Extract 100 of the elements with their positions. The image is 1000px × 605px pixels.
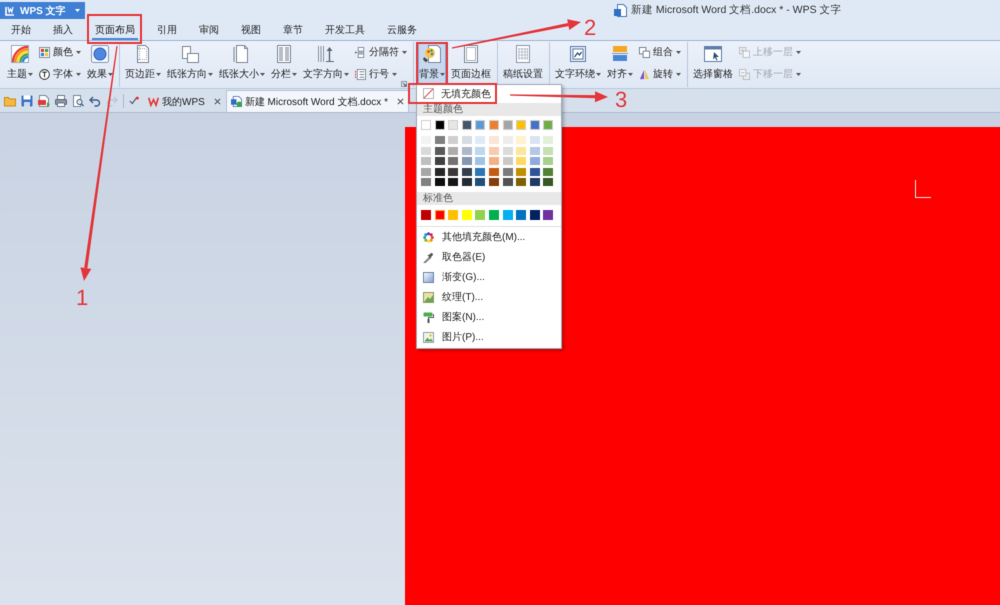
color-swatch-icon[interactable]	[434, 136, 445, 144]
color-swatch-icon[interactable]	[488, 146, 499, 154]
color-swatch-icon[interactable]	[530, 210, 540, 220]
color-swatch-icon[interactable]	[543, 136, 554, 144]
close-icon[interactable]	[214, 98, 221, 105]
color-swatch-icon[interactable]	[543, 120, 554, 130]
color-swatch-icon[interactable]	[530, 168, 540, 176]
document-tab[interactable]: 我的WPS	[143, 90, 226, 112]
color-swatch-icon[interactable]	[516, 146, 526, 154]
color-swatch-icon[interactable]	[462, 157, 472, 165]
color-swatch-icon[interactable]	[530, 146, 540, 154]
color-swatch-icon[interactable]	[475, 146, 486, 154]
menu-tab[interactable]: 开始	[0, 20, 42, 40]
color-swatch-icon[interactable]	[475, 210, 486, 220]
menu-item[interactable]: 渐变(G)...	[417, 267, 561, 287]
close-icon[interactable]	[396, 98, 404, 105]
color-swatch-icon[interactable]	[462, 120, 472, 130]
color-swatch-icon[interactable]	[502, 157, 513, 165]
app-menu-button[interactable]: WPS 文字	[0, 2, 85, 19]
color-swatch-icon[interactable]	[488, 178, 499, 186]
color-swatch-icon[interactable]	[530, 120, 540, 130]
color-swatch-icon[interactable]	[516, 178, 526, 186]
color-swatch-icon[interactable]	[516, 136, 526, 144]
color-swatch-icon[interactable]	[421, 210, 431, 220]
menu-item[interactable]: 图片(P)...	[417, 327, 561, 347]
menu-item[interactable]: 无填充颜色	[417, 85, 493, 102]
color-swatch-icon[interactable]	[530, 157, 540, 165]
ribbon-button[interactable]: 文字方向	[302, 42, 350, 85]
color-swatch-icon[interactable]	[502, 120, 513, 130]
color-swatch-icon[interactable]	[421, 168, 431, 176]
color-swatch-icon[interactable]	[543, 146, 554, 154]
menu-tab[interactable]: 审阅	[188, 20, 230, 40]
color-swatch-icon[interactable]	[543, 168, 554, 176]
color-swatch-icon[interactable]	[516, 157, 526, 165]
ribbon-button[interactable]: 字体	[38, 65, 82, 83]
undo-icon[interactable]	[89, 94, 101, 106]
color-swatch-icon[interactable]	[543, 178, 554, 186]
menu-tab[interactable]: 云服务	[376, 20, 428, 40]
color-swatch-icon[interactable]	[421, 120, 431, 130]
color-swatch-icon[interactable]	[421, 146, 431, 154]
color-swatch-icon[interactable]	[434, 120, 445, 130]
color-swatch-icon[interactable]	[448, 120, 458, 130]
color-swatch-icon[interactable]	[434, 146, 445, 154]
ribbon-button[interactable]: 纸张大小	[218, 42, 266, 85]
color-swatch-icon[interactable]	[543, 157, 554, 165]
color-swatch-icon[interactable]	[448, 178, 458, 186]
color-swatch-icon[interactable]	[502, 178, 513, 186]
color-swatch-icon[interactable]	[488, 157, 499, 165]
color-swatch-icon[interactable]	[448, 168, 458, 176]
color-swatch-icon[interactable]	[448, 146, 458, 154]
color-swatch-icon[interactable]	[448, 136, 458, 144]
color-swatch-icon[interactable]	[516, 120, 526, 130]
color-swatch-icon[interactable]	[543, 210, 554, 220]
save-icon[interactable]	[21, 94, 33, 106]
color-swatch-icon[interactable]	[462, 210, 472, 220]
color-swatch-icon[interactable]	[516, 168, 526, 176]
color-swatch-icon[interactable]	[488, 210, 499, 220]
document-tab[interactable]: 新建 Microsoft Word 文档.docx *	[226, 90, 409, 112]
color-swatch-icon[interactable]	[475, 157, 486, 165]
color-swatch-icon[interactable]	[448, 210, 458, 220]
color-swatch-icon[interactable]	[475, 168, 486, 176]
print-preview-icon[interactable]	[72, 94, 84, 106]
menu-tab[interactable]: 视图	[230, 20, 272, 40]
ribbon-button[interactable]: 文字环绕	[554, 42, 602, 85]
ribbon-button[interactable]: 分栏	[270, 42, 298, 85]
color-swatch-icon[interactable]	[475, 120, 486, 130]
color-swatch-icon[interactable]	[434, 210, 445, 220]
color-swatch-icon[interactable]	[475, 136, 486, 144]
color-swatch-icon[interactable]	[462, 168, 472, 176]
menu-item[interactable]: 图案(N)...	[417, 307, 561, 327]
print-icon[interactable]	[55, 94, 67, 106]
color-swatch-icon[interactable]	[530, 136, 540, 144]
color-swatch-icon[interactable]	[448, 157, 458, 165]
color-swatch-icon[interactable]	[462, 146, 472, 154]
menu-tab[interactable]: 章节	[272, 20, 314, 40]
menu-tab[interactable]: 引用	[146, 20, 188, 40]
menu-item[interactable]: 取色器(E)	[417, 247, 561, 267]
color-swatch-icon[interactable]	[475, 178, 486, 186]
color-swatch-icon[interactable]	[434, 168, 445, 176]
ribbon-button[interactable]: 纸张方向	[166, 42, 214, 85]
color-swatch-icon[interactable]	[462, 178, 472, 186]
color-swatch-icon[interactable]	[421, 157, 431, 165]
color-swatch-icon[interactable]	[502, 210, 513, 220]
color-swatch-icon[interactable]	[462, 136, 472, 144]
tick-dot-icon[interactable]	[129, 96, 139, 106]
ribbon-button[interactable]: 背景	[418, 42, 446, 85]
ribbon-button[interactable]: 主题	[6, 42, 34, 85]
ribbon-button[interactable]: 分隔符	[354, 43, 408, 61]
menu-item[interactable]: 纹理(T)...	[417, 287, 561, 307]
ribbon-button[interactable]: 旋转	[638, 65, 682, 83]
dialog-launcher-icon[interactable]	[401, 81, 407, 87]
ribbon-button[interactable]: 颜色	[38, 43, 82, 61]
color-swatch-icon[interactable]	[530, 178, 540, 186]
ribbon-button[interactable]: 对齐	[606, 42, 634, 85]
color-swatch-icon[interactable]	[502, 146, 513, 154]
color-swatch-icon[interactable]	[502, 168, 513, 176]
ribbon-button[interactable]: 行号	[354, 65, 398, 83]
color-swatch-icon[interactable]	[488, 136, 499, 144]
color-swatch-icon[interactable]	[516, 210, 526, 220]
ribbon-button[interactable]: 效果	[86, 42, 114, 85]
